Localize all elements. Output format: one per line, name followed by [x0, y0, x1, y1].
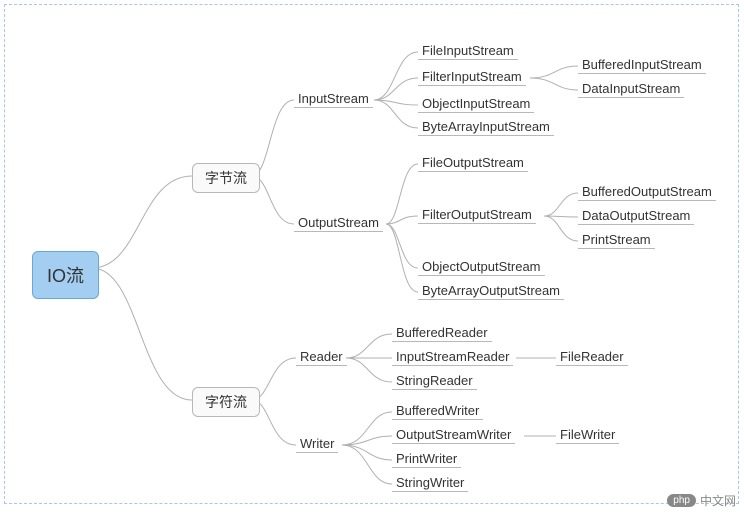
inputstreamreader-node: InputStreamReader: [392, 349, 513, 366]
stringwriter-node: StringWriter: [392, 475, 468, 492]
bufferedreader-node: BufferedReader: [392, 325, 492, 342]
byte-stream-node: 字节流: [192, 163, 260, 193]
objectinputstream-node: ObjectInputStream: [418, 96, 534, 113]
reader-node: Reader: [296, 349, 347, 366]
filteroutputstream-node: FilterOutputStream: [418, 207, 536, 224]
inputstream-node: InputStream: [294, 91, 373, 108]
outputstream-node: OutputStream: [294, 215, 383, 232]
stringreader-node: StringReader: [392, 373, 477, 390]
filterinputstream-node: FilterInputStream: [418, 69, 526, 86]
filereader-node: FileReader: [556, 349, 628, 366]
watermark-text: 中文网: [700, 492, 736, 509]
bufferedwriter-node: BufferedWriter: [392, 403, 483, 420]
writer-node: Writer: [296, 436, 338, 453]
bytearrayinputstream-node: ByteArrayInputStream: [418, 119, 554, 136]
outputstreamwriter-node: OutputStreamWriter: [392, 427, 515, 444]
objectoutputstream-node: ObjectOutputStream: [418, 259, 545, 276]
bufferedoutputstream-node: BufferedOutputStream: [578, 184, 716, 201]
bytearrayoutputstream-node: ByteArrayOutputStream: [418, 283, 564, 300]
watermark: php 中文网: [667, 492, 736, 509]
fileoutputstream-node: FileOutputStream: [418, 155, 528, 172]
diagram-frame: [4, 4, 739, 504]
root-node: IO流: [32, 251, 99, 299]
dataoutputstream-node: DataOutputStream: [578, 208, 694, 225]
watermark-badge: php: [667, 494, 696, 507]
bufferedinputstream-node: BufferedInputStream: [578, 57, 706, 74]
printwriter-node: PrintWriter: [392, 451, 461, 468]
printstream-node: PrintStream: [578, 232, 655, 249]
filewriter-node: FileWriter: [556, 427, 619, 444]
fileinputstream-node: FileInputStream: [418, 43, 518, 60]
datainputstream-node: DataInputStream: [578, 81, 684, 98]
char-stream-node: 字符流: [192, 387, 260, 417]
